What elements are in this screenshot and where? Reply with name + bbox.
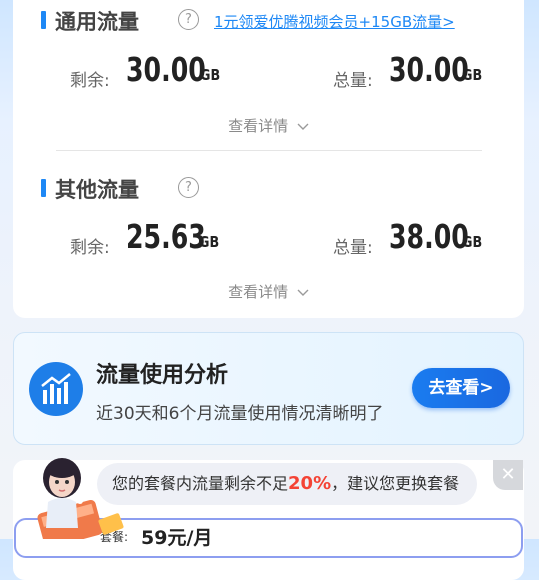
remaining-value: 30.00 [126, 50, 206, 89]
section-marker [41, 179, 46, 197]
remaining-unit: GB [199, 233, 220, 251]
total-unit: GB [462, 66, 483, 84]
remaining-unit: GB [200, 66, 221, 84]
total-unit: GB [462, 233, 483, 251]
remaining-label: 剩余: [70, 238, 110, 258]
total-value: 30.00 [389, 50, 469, 89]
general-details-link[interactable]: 查看详情 [13, 115, 524, 136]
general-traffic-title: 通用流量 [41, 6, 139, 36]
remaining-label: 剩余: [70, 71, 110, 91]
other-details-link[interactable]: 查看详情 [13, 281, 524, 302]
other-traffic-title: 其他流量 [41, 174, 139, 204]
chevron-down-icon [297, 289, 309, 296]
assistant-avatar [32, 458, 132, 549]
plan-price: 59元/月 [141, 527, 213, 549]
section-divider [56, 150, 482, 151]
promo-link[interactable]: 1元领爱优腾视频会员+15GB流量> [214, 11, 455, 32]
section-marker [41, 11, 46, 29]
question-circle-icon[interactable]: ? [178, 9, 199, 30]
usage-analysis-card[interactable]: 流量使用分析 近30天和6个月流量使用情况清晰明了 去查看> [13, 332, 524, 445]
low-traffic-notice: 您的套餐内流量剩余不足20%，建议您更换套餐 [97, 463, 477, 505]
analysis-subtitle: 近30天和6个月流量使用情况清晰明了 [96, 404, 384, 424]
total-label: 总量: [333, 238, 373, 258]
chevron-down-icon [297, 123, 309, 130]
data-usage-card: 通用流量 ? 1元领爱优腾视频会员+15GB流量> 剩余: 30.00 GB 总… [13, 0, 524, 318]
close-icon[interactable]: ✕ [493, 460, 523, 490]
total-label: 总量: [333, 71, 373, 91]
view-analysis-button[interactable]: 去查看> [412, 368, 510, 408]
total-value: 38.00 [389, 217, 469, 256]
chart-bars-icon [29, 362, 83, 416]
analysis-title: 流量使用分析 [96, 363, 229, 388]
remaining-value: 25.63 [126, 217, 206, 256]
question-circle-icon[interactable]: ? [178, 177, 199, 198]
